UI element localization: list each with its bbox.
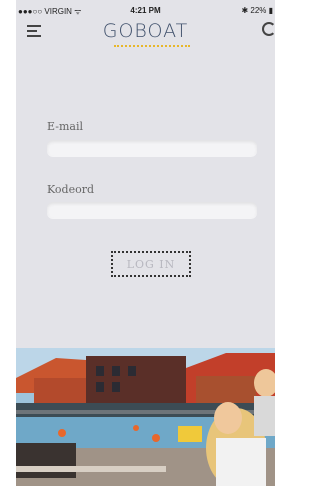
password-label: Kodeord <box>47 183 95 196</box>
harbor-photo <box>16 348 275 486</box>
status-time: 4:21 PM <box>130 6 161 15</box>
logo-underline <box>114 45 190 47</box>
app-logo: GOBOAT <box>102 20 189 42</box>
email-label: E-mail <box>47 120 83 133</box>
login-screen: ●●●○○ VIRGIN ᯤ 4:21 PM ✱ 22% ▮ GOBOAT E-… <box>16 0 275 486</box>
status-bar: ●●●○○ VIRGIN ᯤ 4:21 PM ✱ 22% ▮ <box>16 6 275 18</box>
battery-status: ✱ 22% ▮ <box>241 6 273 15</box>
email-field[interactable] <box>47 140 257 156</box>
search-icon[interactable] <box>262 22 275 36</box>
login-button[interactable]: LOG IN <box>111 251 191 277</box>
password-field[interactable] <box>47 202 257 218</box>
